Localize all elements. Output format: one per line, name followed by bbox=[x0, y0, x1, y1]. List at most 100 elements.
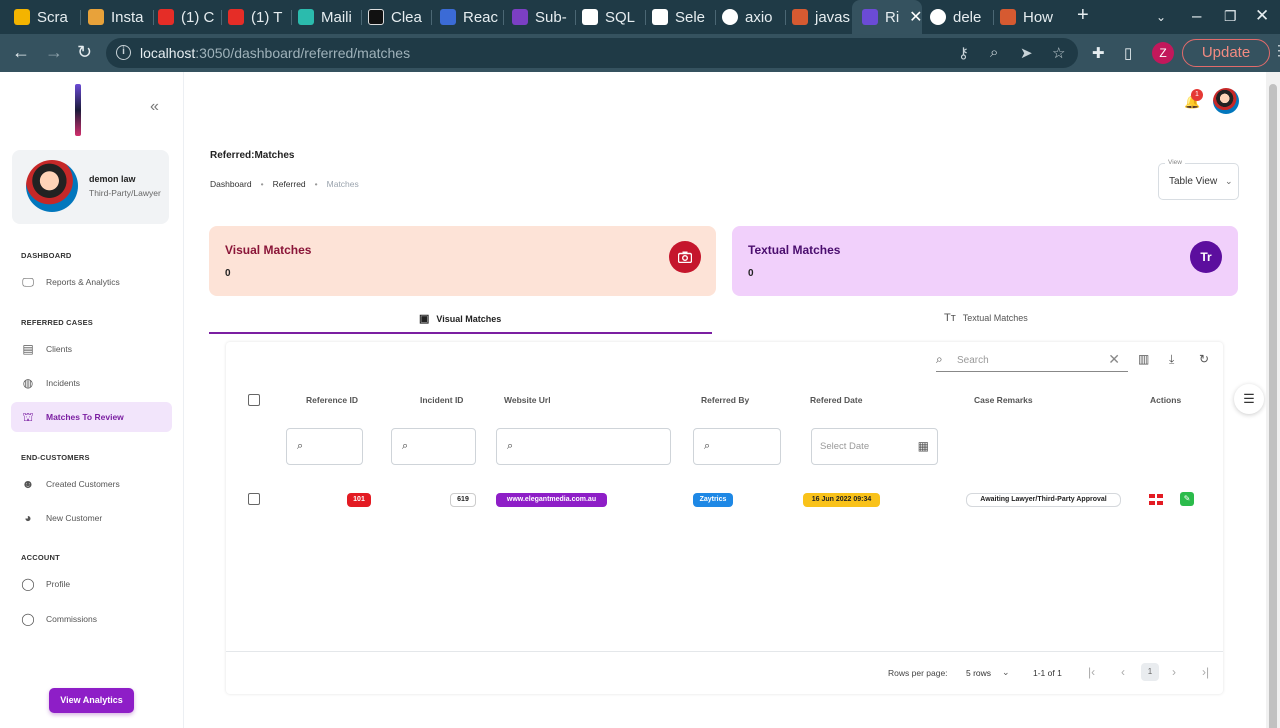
select-all-checkbox[interactable] bbox=[248, 394, 260, 406]
column-header-website-url[interactable]: Website Url bbox=[504, 395, 551, 405]
textual-matches-card: Textual Matches 0 Tr bbox=[732, 226, 1238, 296]
sidebar-item-matches-to-review[interactable]: ⛫ Matches To Review bbox=[11, 402, 172, 432]
browser-tab[interactable]: Insta bbox=[88, 0, 148, 34]
update-button[interactable]: Update bbox=[1182, 39, 1270, 67]
download-icon[interactable]: ⤓ bbox=[1169, 352, 1174, 367]
sidebar-item-clients[interactable]: ▤ Clients bbox=[11, 334, 172, 364]
search-placeholder: Search bbox=[957, 355, 989, 366]
browser-tab[interactable]: (1) T bbox=[228, 0, 288, 34]
browser-tab[interactable]: How bbox=[1000, 0, 1060, 34]
close-window-icon[interactable]: ✕ bbox=[1255, 6, 1269, 26]
browser-tab[interactable]: Sub- bbox=[512, 0, 572, 34]
tab-textual-matches[interactable]: Tт Textual Matches bbox=[732, 306, 1238, 334]
id-card-icon: ▤ bbox=[22, 342, 34, 356]
browser-tab[interactable]: SQL bbox=[582, 0, 642, 34]
tab-search-icon[interactable]: ⌄ bbox=[1156, 10, 1166, 24]
app-logo[interactable] bbox=[75, 84, 81, 136]
forward-icon[interactable]: → bbox=[45, 42, 63, 62]
sidebar-item-incidents[interactable]: ◍ Incidents bbox=[11, 368, 172, 398]
browser-tab-active[interactable]: Ri ✕ bbox=[852, 0, 922, 34]
collapse-sidebar-icon[interactable]: « bbox=[150, 98, 159, 116]
zoom-icon[interactable]: ⌕ bbox=[990, 44, 998, 61]
key-icon[interactable]: ⚷ bbox=[958, 44, 969, 62]
browser-tab[interactable]: Clea bbox=[368, 0, 428, 34]
sidebar-item-created-customers[interactable]: ☻ Created Customers bbox=[11, 469, 172, 499]
reference-id-filter[interactable]: ⌕ bbox=[286, 428, 363, 465]
image-icon: ▣ bbox=[419, 313, 430, 325]
tab-favicon-icon bbox=[440, 9, 456, 25]
previous-page-icon[interactable]: ‹ bbox=[1121, 665, 1125, 679]
calendar-icon[interactable]: ▦ bbox=[918, 439, 929, 453]
website-url-filter[interactable]: ⌕ bbox=[496, 428, 671, 465]
sidebar-item-reports-analytics[interactable]: 🖵 Reports & Analytics bbox=[11, 267, 172, 297]
next-page-icon[interactable]: › bbox=[1172, 665, 1176, 679]
chevron-down-icon[interactable]: ⌄ bbox=[1002, 667, 1010, 678]
column-header-referred-date[interactable]: Refered Date bbox=[810, 395, 862, 405]
current-page-button[interactable]: 1 bbox=[1141, 663, 1159, 681]
column-header-case-remarks[interactable]: Case Remarks bbox=[974, 395, 1033, 405]
send-icon[interactable]: ➤ bbox=[1020, 44, 1033, 62]
mail-icon bbox=[298, 9, 314, 25]
edit-icon[interactable]: ✎ bbox=[1180, 492, 1194, 506]
browser-tab[interactable]: Scra bbox=[14, 0, 74, 34]
reload-icon[interactable]: ↻ bbox=[77, 42, 92, 62]
refresh-icon[interactable]: ↻ bbox=[1199, 352, 1209, 366]
browser-tab[interactable]: (1) C bbox=[158, 0, 218, 34]
new-tab-button[interactable]: + bbox=[1077, 4, 1089, 27]
scrollbar-thumb[interactable] bbox=[1269, 84, 1277, 728]
view-select[interactable]: View Table View ⌄ bbox=[1158, 159, 1239, 200]
url-host: localhost bbox=[140, 45, 196, 61]
tab-text: Visual Matches bbox=[436, 313, 502, 324]
view-details-icon[interactable] bbox=[1148, 492, 1163, 506]
browser-tab[interactable]: dele bbox=[930, 0, 990, 34]
minimize-icon[interactable]: – bbox=[1192, 6, 1201, 26]
browser-tab[interactable]: Maili bbox=[298, 0, 358, 34]
browser-tab[interactable]: javas bbox=[792, 0, 852, 34]
tab-visual-matches[interactable]: ▣ Visual Matches bbox=[209, 306, 712, 334]
breadcrumb-referred[interactable]: Referred bbox=[273, 179, 306, 189]
bookmark-star-icon[interactable]: ☆ bbox=[1052, 44, 1065, 62]
sidebar-item-commissions[interactable]: ◯ Commissions bbox=[11, 604, 172, 634]
clear-search-icon[interactable]: ✕ bbox=[1108, 351, 1120, 368]
settings-sliders-icon[interactable]: ☰ bbox=[1234, 384, 1264, 414]
column-header-reference-id[interactable]: Reference ID bbox=[306, 395, 358, 405]
view-analytics-button[interactable]: View Analytics bbox=[49, 688, 134, 713]
search-input[interactable]: ⌕ Search ✕ bbox=[936, 350, 1128, 372]
matches-icon: ⛫ bbox=[22, 410, 34, 424]
sidebar-item-profile[interactable]: ◯ Profile bbox=[11, 569, 172, 599]
referred-by-filter[interactable]: ⌕ bbox=[693, 428, 781, 465]
restore-icon[interactable]: ❐ bbox=[1224, 8, 1237, 25]
browser-tab[interactable]: Sele bbox=[652, 0, 712, 34]
close-tab-icon[interactable]: ✕ bbox=[909, 7, 922, 27]
sidebar-item-new-customer[interactable]: ◕ New Customer bbox=[11, 503, 172, 533]
scrollbar[interactable] bbox=[1266, 72, 1280, 728]
referred-date-filter[interactable]: Select Date ▦ bbox=[811, 428, 938, 465]
header-avatar[interactable] bbox=[1213, 88, 1239, 114]
commission-icon: ◯ bbox=[21, 612, 35, 626]
sidebar-item-label: Reports & Analytics bbox=[46, 277, 120, 287]
tab-title: javas bbox=[815, 8, 851, 26]
columns-icon[interactable]: ▥ bbox=[1138, 352, 1149, 366]
section-title-referred-cases: REFERRED CASES bbox=[21, 318, 93, 327]
last-page-icon[interactable]: ›| bbox=[1202, 665, 1209, 679]
breadcrumb-dashboard[interactable]: Dashboard bbox=[210, 179, 252, 189]
site-info-icon[interactable]: i bbox=[116, 45, 131, 60]
side-panel-icon[interactable]: ▯ bbox=[1124, 44, 1132, 62]
extensions-icon[interactable]: ✚ bbox=[1092, 44, 1105, 62]
incident-id-filter[interactable]: ⌕ bbox=[391, 428, 476, 465]
tab-title: SQL bbox=[605, 8, 636, 26]
back-icon[interactable]: ← bbox=[12, 42, 30, 62]
rows-per-page-select[interactable]: 5 rows bbox=[966, 668, 991, 678]
profile-avatar[interactable]: Z bbox=[1152, 42, 1174, 64]
more-menu-icon[interactable]: ⋮ bbox=[1272, 42, 1280, 59]
column-header-incident-id[interactable]: Incident ID bbox=[420, 395, 463, 405]
row-checkbox[interactable] bbox=[248, 493, 260, 505]
browser-tab[interactable]: Reac bbox=[440, 0, 500, 34]
website-url-badge[interactable]: www.elegantmedia.com.au bbox=[496, 493, 607, 507]
visual-matches-card: Visual Matches 0 bbox=[209, 226, 716, 296]
browser-tab[interactable]: axio bbox=[722, 0, 782, 34]
column-header-referred-by[interactable]: Referred By bbox=[701, 395, 749, 405]
url-field[interactable]: i localhost:3050/dashboard/referred/matc… bbox=[106, 38, 1078, 68]
first-page-icon[interactable]: |‹ bbox=[1088, 665, 1095, 679]
tab-favicon-icon bbox=[512, 9, 528, 25]
